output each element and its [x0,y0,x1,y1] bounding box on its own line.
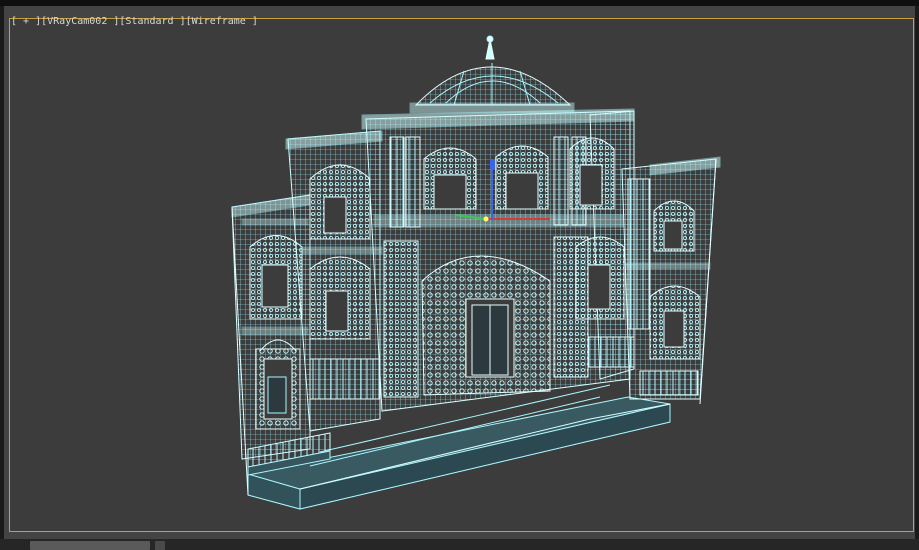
wireframe-model[interactable] [10,19,913,531]
time-slider-thumb[interactable] [30,541,150,550]
viewport-label-menu: [ + ][VRayCam002 ][Standard ][Wireframe … [11,15,258,29]
right-tower [621,156,721,400]
viewport-camera-menu[interactable]: [VRayCam002 ] [41,16,119,27]
model-geometry [231,35,721,510]
safe-frame [9,18,914,532]
viewport-shading-menu[interactable]: [Standard ] [119,16,185,27]
viewport-general-menu[interactable]: [ + ] [11,16,41,27]
time-slider-handle[interactable] [155,541,165,550]
dome [409,35,575,114]
viewport-panel[interactable]: [ + ][VRayCam002 ][Standard ][Wireframe … [4,6,915,539]
viewport-display-mode-menu[interactable]: [Wireframe ] [186,16,258,27]
app-frame: [ + ][VRayCam002 ][Standard ][Wireframe … [0,0,919,550]
